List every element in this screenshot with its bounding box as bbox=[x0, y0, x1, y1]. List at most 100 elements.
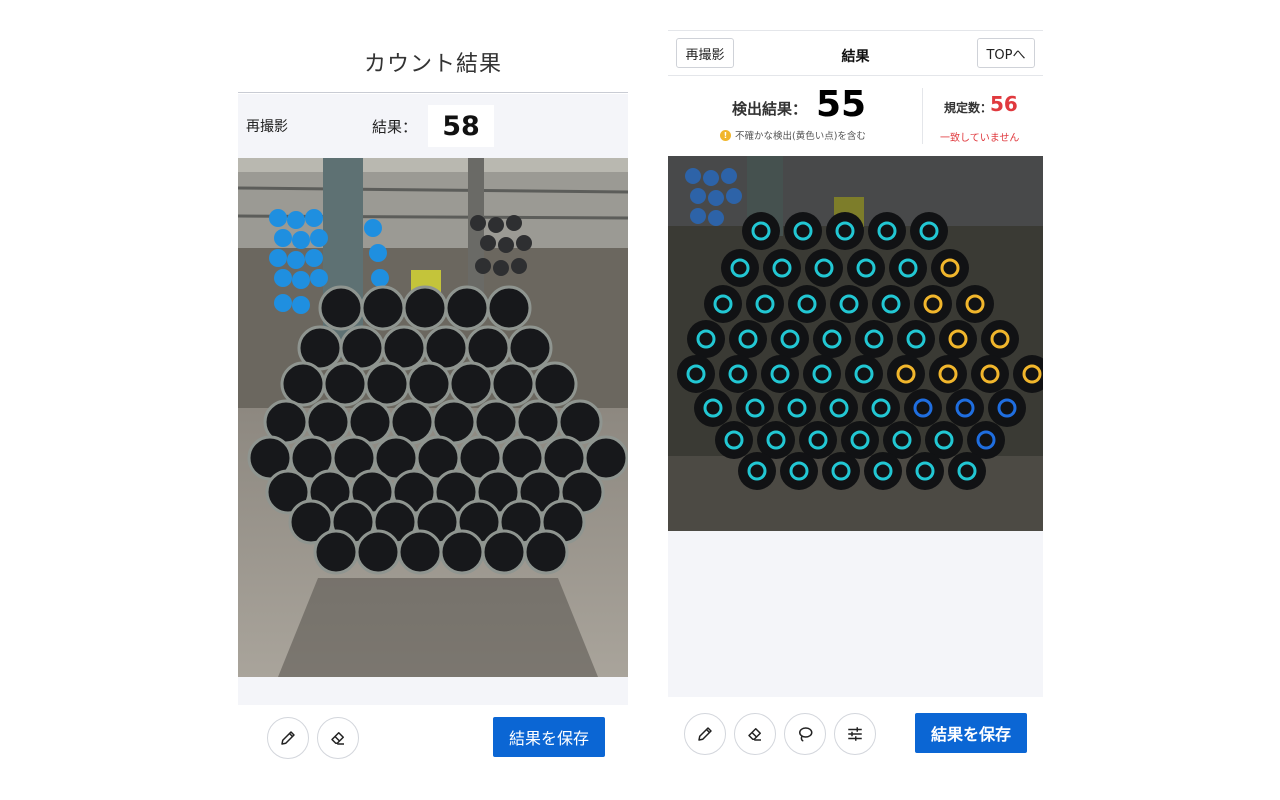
divider bbox=[238, 92, 628, 93]
pipe bbox=[820, 389, 858, 427]
page-title: カウント結果 bbox=[363, 52, 502, 77]
pipe bbox=[736, 389, 774, 427]
pipe bbox=[904, 389, 942, 427]
pipe bbox=[729, 320, 767, 358]
divider bbox=[922, 88, 923, 144]
pipe bbox=[694, 389, 732, 427]
spec-count: 56 bbox=[990, 92, 1018, 116]
pipe bbox=[780, 452, 818, 490]
empty-area bbox=[668, 531, 1043, 697]
pipe bbox=[532, 361, 578, 407]
pipe bbox=[847, 249, 885, 287]
pipe bbox=[490, 361, 536, 407]
eraser-icon bbox=[329, 729, 347, 747]
eraser-icon bbox=[746, 725, 764, 743]
detection-result-screen: 再撮影 結果 TOPへ 検出結果： 55 ! 不確かな検出(黄色い点)を含む 規… bbox=[668, 30, 1043, 775]
pipe bbox=[444, 285, 490, 331]
pipe bbox=[715, 421, 753, 459]
pencil-icon bbox=[696, 725, 714, 743]
warning-text: 不確かな検出(黄色い点)を含む bbox=[735, 131, 866, 142]
pipe bbox=[830, 285, 868, 323]
pipe bbox=[868, 212, 906, 250]
pipe-stack-photo[interactable] bbox=[238, 158, 628, 677]
pipe bbox=[805, 249, 843, 287]
pipe bbox=[397, 529, 443, 575]
pipe bbox=[364, 361, 410, 407]
pipe bbox=[788, 285, 826, 323]
save-result-button[interactable]: 結果を保存 bbox=[915, 713, 1027, 753]
count-result-screen: カウント結果 再撮影 結果： 58 結果を保存 bbox=[238, 30, 628, 775]
pipe bbox=[448, 361, 494, 407]
pencil-icon bbox=[279, 729, 297, 747]
pipe bbox=[719, 355, 757, 393]
pipe bbox=[784, 212, 822, 250]
spec-count-label: 規定数： bbox=[944, 101, 993, 115]
pipe bbox=[742, 212, 780, 250]
pipe bbox=[887, 355, 925, 393]
pipe bbox=[280, 361, 326, 407]
pipe bbox=[677, 355, 715, 393]
pencil-button[interactable] bbox=[684, 713, 726, 755]
pipe bbox=[939, 320, 977, 358]
pipe bbox=[481, 529, 527, 575]
pipe bbox=[322, 361, 368, 407]
pipe bbox=[929, 355, 967, 393]
pipe bbox=[355, 529, 401, 575]
pipe bbox=[486, 285, 532, 331]
spacer bbox=[238, 677, 628, 705]
pipe bbox=[822, 452, 860, 490]
pipe bbox=[360, 285, 406, 331]
pipe bbox=[872, 285, 910, 323]
sliders-icon bbox=[846, 725, 864, 743]
pipe bbox=[855, 320, 893, 358]
pipe bbox=[946, 389, 984, 427]
mismatch-status: 一致していません bbox=[940, 133, 1020, 144]
lasso-button[interactable] bbox=[784, 713, 826, 755]
pipe bbox=[914, 285, 952, 323]
pipe bbox=[956, 285, 994, 323]
pipe bbox=[523, 529, 569, 575]
pipe bbox=[906, 452, 944, 490]
lasso-icon bbox=[796, 725, 814, 743]
uncertain-warning: ! 不確かな検出(黄色い点)を含む bbox=[720, 128, 866, 142]
detection-overlay-photo[interactable] bbox=[668, 156, 1043, 531]
pipe bbox=[763, 249, 801, 287]
pipe bbox=[948, 452, 986, 490]
pipe bbox=[318, 285, 364, 331]
eraser-button[interactable] bbox=[317, 717, 359, 759]
divider bbox=[668, 75, 1043, 76]
pipe bbox=[988, 389, 1026, 427]
result-label: 結果： bbox=[372, 118, 418, 136]
pipe bbox=[862, 389, 900, 427]
pipe bbox=[803, 355, 841, 393]
sliders-button[interactable] bbox=[834, 713, 876, 755]
pipe bbox=[704, 285, 742, 323]
pipe bbox=[746, 285, 784, 323]
pipe bbox=[845, 355, 883, 393]
pipe bbox=[981, 320, 1019, 358]
result-count: 58 bbox=[428, 105, 494, 147]
pencil-button[interactable] bbox=[267, 717, 309, 759]
pipe bbox=[813, 320, 851, 358]
pipe bbox=[897, 320, 935, 358]
pipe bbox=[761, 355, 799, 393]
eraser-button[interactable] bbox=[734, 713, 776, 755]
detection-count: 55 bbox=[816, 84, 867, 125]
result-header: 再撮影 結果： 58 bbox=[238, 94, 628, 158]
pipe bbox=[864, 452, 902, 490]
save-result-button[interactable]: 結果を保存 bbox=[493, 717, 605, 757]
pipe bbox=[889, 249, 927, 287]
pipe bbox=[931, 249, 969, 287]
pipe bbox=[971, 355, 1009, 393]
top-button[interactable]: TOPへ bbox=[977, 38, 1035, 68]
pipe bbox=[402, 285, 448, 331]
pipe bbox=[738, 452, 776, 490]
detection-count-label: 検出結果： bbox=[732, 100, 808, 118]
retake-button[interactable]: 再撮影 bbox=[246, 116, 288, 136]
pipe bbox=[721, 249, 759, 287]
pipe bbox=[313, 529, 359, 575]
pipe bbox=[910, 212, 948, 250]
pipe bbox=[439, 529, 485, 575]
pipe bbox=[406, 361, 452, 407]
pipe bbox=[778, 389, 816, 427]
